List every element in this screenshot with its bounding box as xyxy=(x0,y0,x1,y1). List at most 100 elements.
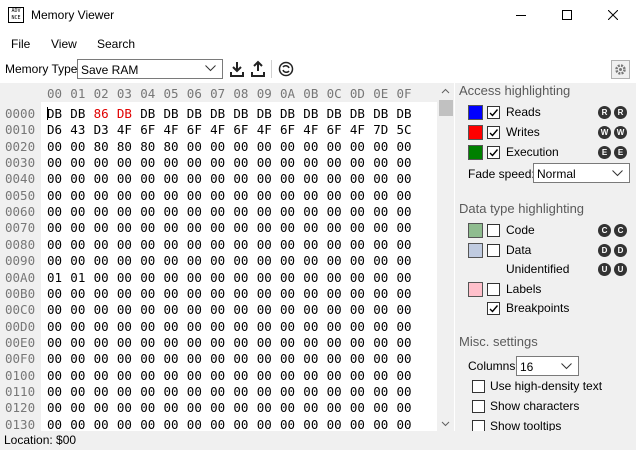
hex-byte-cell[interactable]: 00 xyxy=(350,400,365,415)
hex-byte-cell[interactable]: 00 xyxy=(140,188,155,203)
hex-byte-cell[interactable]: 00 xyxy=(187,384,202,399)
hex-byte-cell[interactable]: 00 xyxy=(280,220,295,235)
hex-byte-cell[interactable]: 00 xyxy=(187,286,202,301)
hex-byte-cell[interactable]: 00 xyxy=(47,335,62,350)
import-button[interactable] xyxy=(228,60,246,78)
hex-byte-cell[interactable]: 00 xyxy=(164,319,179,334)
hex-byte-cell[interactable]: 00 xyxy=(70,368,85,383)
hex-byte-cell[interactable]: 00 xyxy=(70,220,85,235)
hex-byte-cell[interactable]: 80 xyxy=(117,139,132,154)
hex-byte-cell[interactable]: 00 xyxy=(70,171,85,186)
hex-byte-cell[interactable]: 00 xyxy=(164,253,179,268)
hex-byte-cell[interactable]: 00 xyxy=(373,351,388,366)
hex-byte-cell[interactable]: 00 xyxy=(210,220,225,235)
hex-byte-cell[interactable]: 00 xyxy=(210,171,225,186)
hex-byte-cell[interactable]: 00 xyxy=(187,188,202,203)
hex-byte-cell[interactable]: 00 xyxy=(280,171,295,186)
hex-byte-cell[interactable]: 00 xyxy=(373,237,388,252)
refresh-button[interactable] xyxy=(277,60,295,78)
hex-byte-cell[interactable]: 00 xyxy=(397,384,412,399)
hex-byte-cell[interactable]: 00 xyxy=(350,417,365,432)
hex-byte-cell[interactable]: DB xyxy=(210,106,225,121)
hex-byte-cell[interactable]: 00 xyxy=(117,237,132,252)
hex-editor[interactable]: 00 01 02 03 04 05 06 07 08 09 0A 0B 0C 0D 0E 0F 0000 DB DB… xyxy=(0,83,455,432)
hex-byte-cell[interactable]: 00 xyxy=(187,302,202,317)
hex-byte-cell[interactable]: 4F xyxy=(257,122,272,137)
hex-byte-cell[interactable]: 00 xyxy=(94,335,109,350)
hex-byte-cell[interactable]: 00 xyxy=(257,368,272,383)
hex-byte-cell[interactable]: 00 xyxy=(257,384,272,399)
hex-byte-cell[interactable]: 00 xyxy=(373,253,388,268)
hex-byte-cell[interactable]: 00 xyxy=(303,188,318,203)
hex-byte-cell[interactable]: 00 xyxy=(350,204,365,219)
hex-byte-cell[interactable]: 00 xyxy=(140,286,155,301)
hex-byte-cell[interactable]: 00 xyxy=(327,286,342,301)
hex-byte-cell[interactable]: 00 xyxy=(187,155,202,170)
hex-byte-cell[interactable]: 00 xyxy=(350,155,365,170)
hex-byte-cell[interactable]: 00 xyxy=(397,286,412,301)
hex-byte-cell[interactable]: 00 xyxy=(280,384,295,399)
hex-byte-cell[interactable]: 00 xyxy=(233,351,248,366)
hex-byte-cell[interactable]: 00 xyxy=(70,204,85,219)
hex-byte-cell[interactable]: 00 xyxy=(350,171,365,186)
hex-byte-cell[interactable]: 00 xyxy=(47,171,62,186)
menu-search[interactable]: Search xyxy=(97,37,135,51)
hex-byte-cell[interactable]: 00 xyxy=(47,237,62,252)
hex-byte-cell[interactable]: 00 xyxy=(140,384,155,399)
hex-byte-cell[interactable]: 00 xyxy=(303,384,318,399)
hex-byte-cell[interactable]: 00 xyxy=(164,155,179,170)
hex-byte-cell[interactable]: 00 xyxy=(164,335,179,350)
hex-byte-cell[interactable]: 00 xyxy=(233,286,248,301)
hex-byte-cell[interactable]: 00 xyxy=(350,335,365,350)
hex-byte-cell[interactable]: DB xyxy=(303,106,318,121)
hex-byte-cell[interactable]: 00 xyxy=(140,335,155,350)
hex-byte-cell[interactable]: 00 xyxy=(257,188,272,203)
hex-byte-cell[interactable]: 00 xyxy=(373,188,388,203)
hex-byte-cell[interactable]: 00 xyxy=(233,270,248,285)
hex-byte-cell[interactable]: 00 xyxy=(233,368,248,383)
hex-byte-cell[interactable]: 00 xyxy=(117,319,132,334)
hex-byte-cell[interactable]: 00 xyxy=(350,286,365,301)
hex-byte-cell[interactable]: 00 xyxy=(327,319,342,334)
code-checkbox[interactable] xyxy=(487,224,500,237)
show-characters-checkbox[interactable] xyxy=(472,400,485,413)
hex-byte-cell[interactable]: 00 xyxy=(47,384,62,399)
hex-byte-cell[interactable]: 00 xyxy=(327,188,342,203)
hex-byte-cell[interactable]: D3 xyxy=(94,122,109,137)
hex-byte-cell[interactable]: DB xyxy=(187,106,202,121)
hex-byte-cell[interactable]: 00 xyxy=(303,237,318,252)
hex-byte-cell[interactable]: 00 xyxy=(140,270,155,285)
hex-byte-cell[interactable]: 00 xyxy=(210,253,225,268)
hex-byte-cell[interactable]: DB xyxy=(47,106,62,121)
hex-byte-cell[interactable]: 00 xyxy=(233,384,248,399)
hex-byte-cell[interactable]: 6F xyxy=(140,122,155,137)
hex-byte-cell[interactable]: 00 xyxy=(70,155,85,170)
hex-byte-cell[interactable]: 00 xyxy=(257,155,272,170)
hex-byte-cell[interactable]: 00 xyxy=(210,319,225,334)
hex-byte-cell[interactable]: 00 xyxy=(164,400,179,415)
hex-byte-cell[interactable]: 00 xyxy=(47,188,62,203)
hex-byte-cell[interactable]: 00 xyxy=(327,237,342,252)
hex-byte-cell[interactable]: 00 xyxy=(350,319,365,334)
hex-byte-cell[interactable]: 00 xyxy=(70,237,85,252)
hex-byte-cell[interactable]: 00 xyxy=(397,400,412,415)
hex-byte-cell[interactable]: 00 xyxy=(373,139,388,154)
hex-byte-cell[interactable]: 00 xyxy=(94,171,109,186)
hex-byte-cell[interactable]: 00 xyxy=(327,351,342,366)
hex-byte-cell[interactable]: 00 xyxy=(373,384,388,399)
hex-byte-cell[interactable]: 00 xyxy=(233,335,248,350)
hex-byte-cell[interactable]: 00 xyxy=(303,171,318,186)
hex-byte-cell[interactable]: 5C xyxy=(397,122,412,137)
hex-byte-cell[interactable]: 00 xyxy=(47,368,62,383)
scroll-up-icon[interactable] xyxy=(437,83,454,100)
hex-byte-cell[interactable]: 00 xyxy=(303,220,318,235)
hex-byte-cell[interactable]: 00 xyxy=(117,270,132,285)
hex-byte-cell[interactable]: 00 xyxy=(70,351,85,366)
hex-byte-cell[interactable]: 00 xyxy=(140,417,155,432)
hex-byte-cell[interactable]: 00 xyxy=(70,188,85,203)
hex-byte-cell[interactable]: 00 xyxy=(140,171,155,186)
hex-byte-cell[interactable]: 00 xyxy=(187,204,202,219)
hex-byte-cell[interactable]: 00 xyxy=(397,253,412,268)
hex-byte-cell[interactable]: 00 xyxy=(210,400,225,415)
hex-byte-cell[interactable]: 00 xyxy=(94,237,109,252)
